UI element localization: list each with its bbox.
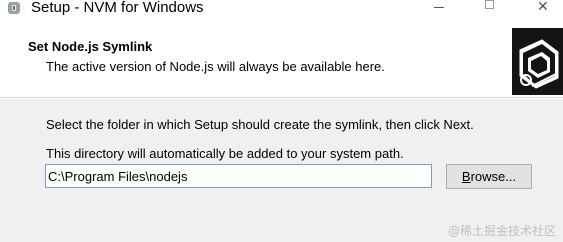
maximize-icon: [485, 0, 494, 9]
minimize-icon: [434, 7, 444, 8]
watermark-text: @稀土掘金技术社区: [448, 224, 557, 238]
page-subtitle: The active version of Node.js will alway…: [46, 59, 385, 74]
path-note-text: This directory will automatically be add…: [46, 146, 404, 161]
close-icon: ✕: [537, 0, 549, 14]
close-button[interactable]: ✕: [520, 0, 563, 16]
nvm-logo-icon: [512, 28, 563, 95]
browse-button-accesskey: B: [461, 169, 471, 184]
maximize-button[interactable]: [469, 0, 513, 16]
symlink-path-input[interactable]: [45, 164, 432, 188]
title-bar: Setup - NVM for Windows ✕: [0, 0, 563, 22]
wizard-header: Set Node.js Symlink The active version o…: [0, 22, 563, 98]
setup-app-icon: [7, 1, 21, 15]
minimize-button[interactable]: [418, 0, 462, 16]
setup-window: Setup - NVM for Windows ✕ Set Node.js Sy…: [0, 0, 563, 242]
browse-button-label: rowse...: [470, 169, 517, 184]
header-separator: [0, 98, 563, 99]
browse-button[interactable]: Browse...: [446, 164, 532, 189]
instruction-text: Select the folder in which Setup should …: [46, 117, 474, 132]
window-title: Setup - NVM for Windows: [31, 0, 204, 16]
page-title: Set Node.js Symlink: [28, 39, 153, 54]
